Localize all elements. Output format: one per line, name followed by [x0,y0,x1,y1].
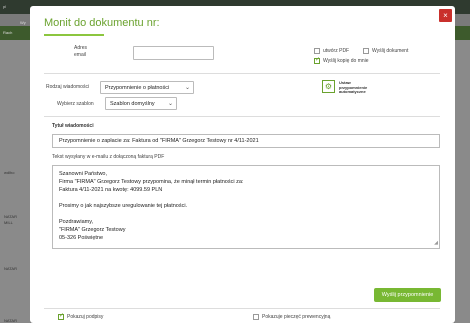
subject-label: Tytuł wiadomości [52,123,94,129]
gears-icon[interactable]: ⚙ [322,80,335,93]
show-stamp-label: Pokazuje pieczęć prewencyjną [262,314,331,320]
auto-reminder-line: automatyczne [339,89,366,94]
auto-reminder-label[interactable]: Ustaw przypomnienie automatyczne [339,80,379,95]
body-line [59,194,433,202]
background-right-panel [455,40,470,323]
body-line: Prosimy o jak najszybsze uregulowanie te… [59,203,188,209]
send-reminder-button[interactable]: Wyślij przypomnienie [374,288,441,302]
send-copy-checkbox[interactable] [314,56,320,64]
send-copy-label: Wyślij kopię do mnie [323,58,369,64]
background-menu-text: Rach [3,30,13,35]
show-stamp-checkbox[interactable] [253,314,259,320]
background-list-text: MILL [4,220,13,225]
body-line: "FIRMA" Grzegorz Testowy [59,227,126,233]
resize-handle-icon[interactable]: ◢ [434,239,438,247]
subject-field[interactable]: Przypomnienie o zapłacie za: Faktura od … [52,134,440,148]
show-signatures-checkbox[interactable] [58,312,64,320]
background-logo-text: pl [3,4,7,9]
body-line [59,210,433,218]
body-line: Szanowni Państwo, [59,171,107,177]
divider [44,308,440,309]
message-type-value: Przypomnienie o płatności [105,85,170,91]
email-field[interactable] [133,46,214,60]
modal-title: Monit do dokumentu nr: [44,17,160,29]
body-line: Pozdrawiamy, [59,219,94,225]
background-list-text: NATAR [4,214,17,219]
create-pdf-label: utwórz PDF [323,48,350,54]
background-text: Wy [20,20,26,25]
message-type-label: Rodzaj wiadomości [46,84,90,90]
divider [44,116,440,117]
close-button[interactable]: × [439,9,452,22]
template-value: Szablon domyślny [110,101,155,107]
template-label: Wybierz szablon [57,101,94,107]
background-list-text: NATAR [4,318,17,323]
body-line: Firma "FIRMA" Grzegorz Testowy przypomin… [59,179,244,185]
send-document-label: Wyślij dokument [372,48,409,54]
create-pdf-checkbox[interactable] [314,48,320,54]
body-line: Faktura 4/11-2021 na kwotę: 4099.59 PLN [59,187,163,193]
message-body-textarea[interactable]: Szanowni Państwo, Firma "FIRMA" Grzegorz… [52,165,440,249]
background-left-panel [0,40,30,323]
chevron-down-icon: ⌄ [184,85,190,91]
message-type-select[interactable]: Przypomnienie o płatności ⌄ [100,81,194,94]
email-label: email [74,52,86,58]
background-list-text: NATAR [4,266,17,271]
template-select[interactable]: Szablon domyślny ⌄ [105,97,177,110]
send-document-checkbox[interactable] [363,48,369,54]
show-signatures-label: Pokazuj podpisy [67,314,104,320]
reminder-modal: Monit do dokumentu nr: × Adres email utw… [30,6,455,323]
chevron-down-icon: ⌄ [167,101,173,107]
divider [44,73,440,74]
body-label: Tekst wysyłany w e-mailu z dołączoną fak… [52,154,165,160]
body-line: 05-326 Poświętne [59,235,104,241]
background-list-text: wdlho [4,170,15,175]
email-label: Adres [74,45,88,51]
title-underline [44,34,104,36]
